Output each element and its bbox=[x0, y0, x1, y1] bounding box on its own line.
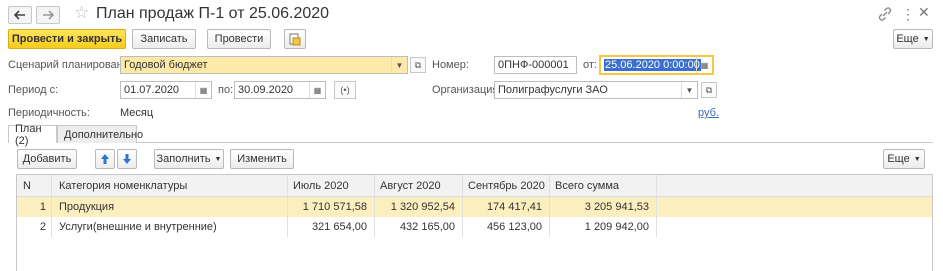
column-header-n[interactable]: N bbox=[23, 180, 31, 192]
row-jul: 321 654,00 bbox=[311, 221, 367, 233]
link-icon[interactable] bbox=[877, 6, 893, 22]
row-total: 1 209 942,00 bbox=[584, 221, 649, 233]
calendar-icon[interactable]: ▦ bbox=[696, 57, 712, 73]
row-aug: 1 320 952,54 bbox=[390, 201, 455, 213]
column-divider bbox=[51, 175, 52, 237]
tab-plan[interactable]: План (2) bbox=[8, 123, 57, 147]
periodicity-label: Периодичность: bbox=[8, 107, 90, 119]
row-aug: 432 165,00 bbox=[399, 221, 455, 233]
period-from-value: 01.07.2020 bbox=[124, 84, 180, 96]
table-row[interactable]: 1 Продукция 1 710 571,58 1 320 952,54 17… bbox=[17, 197, 932, 217]
more-button[interactable]: Еще ▼ bbox=[893, 29, 933, 49]
plan-table[interactable]: N Категория номенклатуры Июль 2020 Авгус… bbox=[16, 174, 933, 271]
scenario-field[interactable]: Годовой бюджет ▼ bbox=[120, 56, 408, 74]
period-to-field[interactable]: 30.09.2020 ▦ bbox=[234, 81, 326, 99]
chevron-down-icon: ▼ bbox=[913, 155, 921, 163]
more-label: Еще bbox=[896, 33, 919, 45]
currency-link[interactable]: руб. bbox=[698, 107, 719, 119]
number-field[interactable]: 0ПНФ-000001 bbox=[494, 56, 577, 74]
dropdown-arrow-icon[interactable]: ▼ bbox=[391, 57, 407, 73]
periodicity-value: Месяц bbox=[120, 107, 154, 119]
number-label: Номер: bbox=[432, 59, 469, 71]
column-header-aug[interactable]: Август 2020 bbox=[380, 180, 441, 192]
row-category: Продукция bbox=[59, 201, 115, 213]
arrow-right-icon bbox=[43, 10, 54, 20]
column-header-sep[interactable]: Сентябрь 2020 bbox=[468, 180, 545, 192]
column-header-total[interactable]: Всего сумма bbox=[555, 180, 619, 192]
open-organization-button[interactable]: ⧉ bbox=[701, 82, 717, 98]
row-jul: 1 710 571,58 bbox=[302, 201, 367, 213]
table-header: N Категория номенклатуры Июль 2020 Авгус… bbox=[17, 175, 932, 197]
period-to-label: по: bbox=[218, 84, 234, 96]
arrow-up-icon bbox=[101, 154, 109, 164]
column-divider bbox=[462, 175, 463, 237]
row-sep: 456 123,00 bbox=[486, 221, 542, 233]
tab-additional[interactable]: Дополнительно bbox=[57, 125, 143, 143]
scenario-label: Сценарий планирования: bbox=[8, 59, 138, 71]
calendar-icon[interactable]: ▦ bbox=[309, 82, 325, 98]
forward-button[interactable] bbox=[36, 6, 60, 24]
period-select-button[interactable]: (•) bbox=[334, 81, 356, 99]
chevron-down-icon: ▼ bbox=[214, 155, 222, 163]
print-button[interactable] bbox=[284, 29, 306, 49]
save-button[interactable]: Записать bbox=[132, 29, 196, 49]
fill-label: Заполнить bbox=[156, 153, 211, 165]
move-down-button[interactable] bbox=[117, 149, 137, 169]
post-and-close-button[interactable]: Провести и закрыть bbox=[8, 29, 126, 49]
more-vertical-icon[interactable]: ⋮ bbox=[901, 6, 915, 22]
period-to-value: 30.09.2020 bbox=[238, 84, 294, 96]
chevron-down-icon: ▼ bbox=[922, 35, 930, 43]
column-divider bbox=[374, 175, 375, 237]
table-row[interactable]: 2 Услуги(внешние и внутренние) 321 654,0… bbox=[17, 217, 932, 237]
column-divider bbox=[656, 175, 657, 237]
arrow-down-icon bbox=[123, 154, 131, 164]
post-button[interactable]: Провести bbox=[207, 29, 271, 49]
calendar-icon[interactable]: ▦ bbox=[195, 82, 211, 98]
date-label: от: bbox=[583, 59, 597, 71]
row-sep: 174 417,41 bbox=[486, 201, 542, 213]
close-icon[interactable]: ✕ bbox=[918, 4, 934, 20]
column-divider bbox=[549, 175, 550, 237]
tab-divider bbox=[137, 142, 933, 143]
dropdown-arrow-icon[interactable]: ▼ bbox=[681, 82, 697, 98]
page-title: План продаж П-1 от 25.06.2020 bbox=[96, 5, 330, 22]
change-button[interactable]: Изменить bbox=[230, 149, 294, 169]
favorite-star-icon[interactable]: ☆ bbox=[74, 3, 89, 23]
scenario-value: Годовой бюджет bbox=[124, 59, 208, 71]
row-total: 3 205 941,53 bbox=[584, 201, 649, 213]
organization-value: Полиграфуслуги ЗАО bbox=[498, 84, 608, 96]
open-scenario-button[interactable]: ⧉ bbox=[410, 57, 426, 73]
fill-button[interactable]: Заполнить ▼ bbox=[154, 149, 224, 169]
organization-label: Организация: bbox=[432, 84, 502, 96]
column-header-category[interactable]: Категория номенклатуры bbox=[59, 180, 187, 192]
back-button[interactable] bbox=[8, 6, 32, 24]
number-value: 0ПНФ-000001 bbox=[498, 59, 569, 71]
move-up-button[interactable] bbox=[95, 149, 115, 169]
row-number: 1 bbox=[39, 201, 46, 213]
period-from-label: Период с: bbox=[8, 84, 59, 96]
period-from-field[interactable]: 01.07.2020 ▦ bbox=[120, 81, 212, 99]
row-number: 2 bbox=[39, 221, 46, 233]
date-field[interactable]: 25.06.2020 0:00:00 ▦ bbox=[599, 55, 714, 75]
document-icon bbox=[289, 33, 301, 45]
column-divider bbox=[287, 175, 288, 237]
organization-field[interactable]: Полиграфуслуги ЗАО ▼ bbox=[494, 81, 698, 99]
add-button[interactable]: Добавить bbox=[17, 149, 77, 169]
date-value: 25.06.2020 0:00:00 bbox=[604, 59, 701, 71]
table-more-button[interactable]: Еще ▼ bbox=[883, 149, 925, 169]
table-more-label: Еще bbox=[887, 153, 910, 165]
column-header-jul[interactable]: Июль 2020 bbox=[293, 180, 349, 192]
row-category: Услуги(внешние и внутренние) bbox=[59, 221, 217, 233]
arrow-left-icon bbox=[14, 10, 25, 20]
